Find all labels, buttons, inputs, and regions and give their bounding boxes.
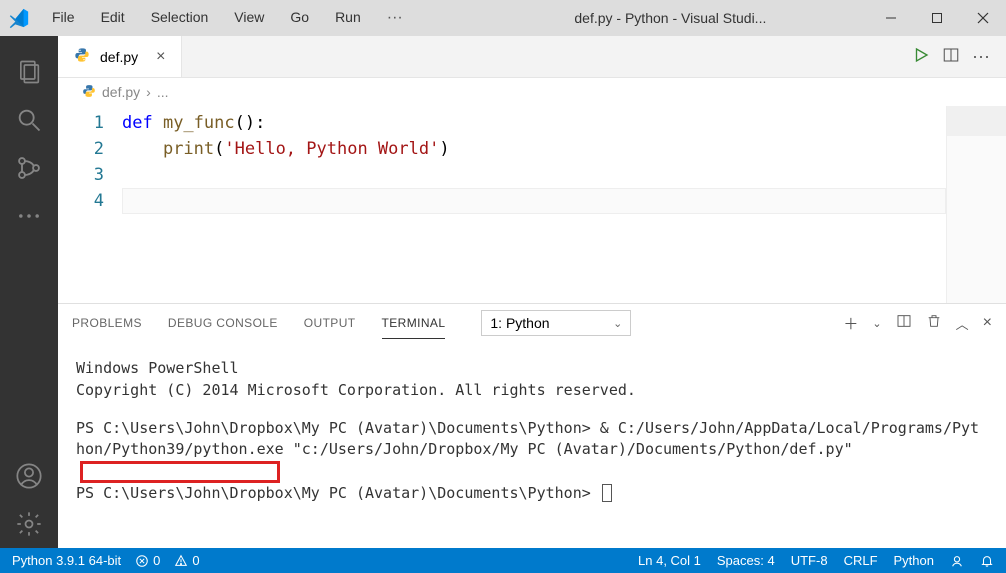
split-terminal-icon[interactable]	[896, 313, 912, 333]
menu-file[interactable]: File	[42, 5, 85, 31]
minimap[interactable]	[946, 106, 1006, 303]
panel-tab-output[interactable]: OUTPUT	[304, 308, 356, 338]
panel-tabs: PROBLEMS DEBUG CONSOLE OUTPUT TERMINAL 1…	[58, 304, 1006, 342]
panel-tab-debug[interactable]: DEBUG CONSOLE	[168, 308, 278, 338]
line-gutter: 1 2 3 4	[58, 106, 122, 303]
breadcrumb-sep: ›	[146, 84, 151, 100]
explorer-icon[interactable]	[0, 48, 58, 96]
terminal-line: Windows PowerShell	[76, 358, 988, 380]
chevron-up-icon[interactable]: ︿	[956, 314, 969, 333]
source-control-icon[interactable]	[0, 144, 58, 192]
bottom-panel: PROBLEMS DEBUG CONSOLE OUTPUT TERMINAL 1…	[58, 303, 1006, 548]
python-file-icon	[74, 47, 90, 66]
minimize-button[interactable]	[868, 0, 914, 36]
python-file-icon	[82, 84, 96, 101]
code-editor[interactable]: 1 2 3 4 def my_func(): print('Hello, Pyt…	[58, 106, 1006, 303]
terminal-line: PS C:\Users\John\Dropbox\My PC (Avatar)\…	[76, 418, 988, 484]
terminal-selector[interactable]: 1: Python ⌄	[481, 310, 631, 336]
more-icon[interactable]	[0, 192, 58, 240]
feedback-icon[interactable]	[950, 554, 964, 568]
menu-overflow-icon[interactable]: ···	[377, 5, 413, 31]
title-bar: File Edit Selection View Go Run ··· def.…	[0, 0, 1006, 36]
bell-icon[interactable]	[980, 554, 994, 568]
status-warnings[interactable]: 0	[174, 553, 199, 568]
terminal-cursor	[602, 484, 612, 502]
chevron-down-icon[interactable]: ⌄	[872, 317, 881, 330]
status-errors[interactable]: 0	[135, 553, 160, 568]
tab-close-icon[interactable]: ×	[156, 48, 165, 66]
status-cursor[interactable]: Ln 4, Col 1	[638, 553, 701, 568]
close-button[interactable]	[960, 0, 1006, 36]
terminal-line: Copyright (C) 2014 Microsoft Corporation…	[76, 380, 988, 402]
account-icon[interactable]	[0, 452, 58, 500]
status-eol[interactable]: CRLF	[844, 553, 878, 568]
panel-tab-terminal[interactable]: TERMINAL	[382, 308, 446, 339]
highlight-box	[80, 461, 280, 483]
menu-go[interactable]: Go	[280, 5, 319, 31]
status-python-version[interactable]: Python 3.9.1 64-bit	[12, 553, 121, 568]
menu-edit[interactable]: Edit	[91, 5, 135, 31]
terminal-selector-label: 1: Python	[490, 315, 549, 331]
run-file-icon[interactable]	[912, 46, 930, 67]
status-language[interactable]: Python	[894, 553, 934, 568]
menu-run[interactable]: Run	[325, 5, 371, 31]
chevron-down-icon: ⌄	[613, 317, 622, 330]
panel-close-icon[interactable]: ×	[983, 314, 992, 332]
window-title: def.py - Python - Visual Studi...	[413, 10, 868, 26]
status-encoding[interactable]: UTF-8	[791, 553, 828, 568]
main-menu: File Edit Selection View Go Run ···	[42, 5, 413, 31]
activity-bar	[0, 36, 58, 548]
window-controls	[868, 0, 1006, 36]
editor-more-icon[interactable]: ···	[972, 46, 990, 67]
maximize-button[interactable]	[914, 0, 960, 36]
code-area[interactable]: def my_func(): print('Hello, Python Worl…	[122, 106, 946, 303]
tab-def-py[interactable]: def.py ×	[58, 36, 182, 77]
menu-view[interactable]: View	[224, 5, 274, 31]
breadcrumb-file: def.py	[102, 84, 140, 100]
menu-selection[interactable]: Selection	[141, 5, 219, 31]
terminal-body[interactable]: Windows PowerShell Copyright (C) 2014 Mi…	[58, 342, 1006, 548]
breadcrumb[interactable]: def.py › ...	[58, 78, 1006, 106]
trash-icon[interactable]	[926, 313, 942, 333]
terminal-line: PS C:\Users\John\Dropbox\My PC (Avatar)\…	[76, 483, 988, 505]
status-spaces[interactable]: Spaces: 4	[717, 553, 775, 568]
vscode-logo-icon	[8, 7, 30, 29]
minimap-thumb[interactable]	[947, 106, 1006, 136]
search-icon[interactable]	[0, 96, 58, 144]
tab-label: def.py	[100, 49, 138, 65]
new-terminal-icon[interactable]: ＋	[843, 313, 858, 334]
panel-tab-problems[interactable]: PROBLEMS	[72, 308, 142, 338]
status-bar: Python 3.9.1 64-bit 0 0 Ln 4, Col 1 Spac…	[0, 548, 1006, 573]
editor-tabs: def.py × ···	[58, 36, 1006, 78]
breadcrumb-rest: ...	[157, 84, 169, 100]
split-editor-icon[interactable]	[942, 46, 960, 67]
settings-gear-icon[interactable]	[0, 500, 58, 548]
